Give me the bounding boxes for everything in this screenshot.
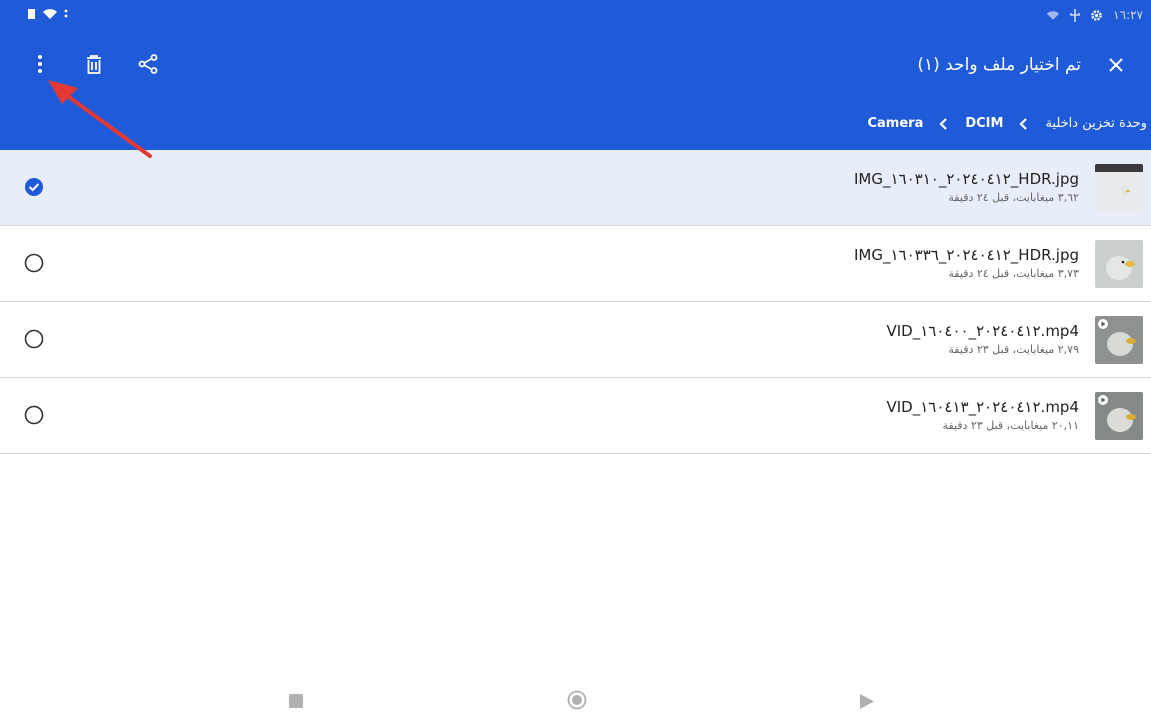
close-icon (1109, 58, 1123, 72)
file-name: VID_٢٠٢٤٠٤١٢_١٦٠٤٠٠.mp4 (886, 322, 1080, 340)
file-row[interactable]: VID_٢٠٢٤٠٤١٢_١٦٠٤١٣.mp4 ٢٠,١١ ميغابايت، … (0, 378, 1151, 454)
file-meta: ٢,٧٩ ميغابايت، قبل ٢٣ دقيقة (948, 343, 1079, 356)
back-button[interactable] (860, 694, 874, 709)
home-button[interactable] (567, 690, 587, 710)
file-row[interactable]: VID_٢٠٢٤٠٤١٢_١٦٠٤٠٠.mp4 ٢,٧٩ ميغابايت، ق… (0, 302, 1151, 378)
breadcrumb-internal-storage[interactable]: وحدة تخزين داخلية (1045, 116, 1147, 131)
more-options-button[interactable] (28, 50, 52, 78)
breadcrumb-dcim[interactable]: DCIM (965, 116, 1003, 131)
file-info: IMG_٢٠٢٤٠٤١٢_١٦٠٣٣٦_HDR.jpg ٣,٧٣ ميغاباي… (854, 246, 1079, 280)
checked-circle-icon[interactable] (24, 177, 44, 197)
image-thumbnail (1095, 164, 1143, 212)
wifi-icon (1047, 10, 1060, 20)
file-info: VID_٢٠٢٤٠٤١٢_١٦٠٤١٣.mp4 ٢٠,١١ ميغابايت، … (887, 398, 1080, 432)
file-list: IMG_٢٠٢٤٠٤١٢_١٦٠٣١٠_HDR.jpg ٣,٦٢ ميغاباي… (0, 150, 1151, 454)
status-bar: ١٦:٢٧ (0, 0, 1151, 32)
file-name: IMG_٢٠٢٤٠٤١٢_١٦٠٣٣٦_HDR.jpg (854, 246, 1079, 264)
status-left (28, 8, 68, 20)
selection-title: تم اختيار ملف واحد (١) (917, 55, 1081, 75)
more-vertical-icon (38, 55, 42, 73)
app-bar-actions (28, 50, 160, 78)
breadcrumb: Camera DCIM وحدة تخزين داخلية (867, 116, 1147, 131)
file-row[interactable]: IMG_٢٠٢٤٠٤١٢_١٦٠٣١٠_HDR.jpg ٣,٦٢ ميغاباي… (0, 150, 1151, 226)
unchecked-circle-icon[interactable] (24, 253, 44, 273)
system-nav-bar (0, 680, 1151, 722)
file-info: VID_٢٠٢٤٠٤١٢_١٦٠٤٠٠.mp4 ٢,٧٩ ميغابايت، ق… (887, 322, 1080, 356)
status-time: ١٦:٢٧ (1113, 8, 1143, 22)
chevron-left-icon (1019, 117, 1028, 130)
image-thumbnail (1095, 240, 1143, 288)
settings-gear-icon (1091, 9, 1102, 21)
delete-button[interactable] (82, 50, 106, 78)
file-name: VID_٢٠٢٤٠٤١٢_١٦٠٤١٣.mp4 (886, 398, 1080, 416)
unchecked-circle-icon[interactable] (24, 405, 44, 425)
file-meta: ٣,٧٣ ميغابايت، قبل ٢٤ دقيقة (948, 267, 1079, 280)
status-right: ١٦:٢٧ (1046, 8, 1143, 22)
video-thumbnail (1095, 316, 1143, 364)
usb-icon (1070, 8, 1080, 22)
chevron-left-icon (939, 117, 948, 130)
share-button[interactable] (136, 50, 160, 78)
share-icon (138, 54, 158, 74)
file-meta: ٣,٦٢ ميغابايت، قبل ٢٤ دقيقة (948, 191, 1079, 204)
file-row[interactable]: IMG_٢٠٢٤٠٤١٢_١٦٠٣٣٦_HDR.jpg ٣,٧٣ ميغاباي… (0, 226, 1151, 302)
unchecked-circle-icon[interactable] (24, 329, 44, 349)
selection-app-bar: تم اختيار ملف واحد (١) Camera DCIM وحدة … (0, 32, 1151, 150)
signal-dots-icon (64, 9, 68, 18)
trash-icon (87, 54, 101, 74)
recents-button[interactable] (289, 694, 303, 708)
file-name: IMG_٢٠٢٤٠٤١٢_١٦٠٣١٠_HDR.jpg (854, 170, 1079, 188)
video-thumbnail (1095, 392, 1143, 440)
close-selection-button[interactable] (1105, 54, 1127, 76)
battery-icon (28, 9, 35, 19)
file-info: IMG_٢٠٢٤٠٤١٢_١٦٠٣١٠_HDR.jpg ٣,٦٢ ميغاباي… (854, 170, 1079, 204)
file-meta: ٢٠,١١ ميغابايت، قبل ٢٣ دقيقة (942, 419, 1080, 432)
breadcrumb-camera[interactable]: Camera (867, 116, 923, 131)
wifi-icon (43, 9, 57, 19)
title-area: تم اختيار ملف واحد (١) (917, 54, 1127, 76)
